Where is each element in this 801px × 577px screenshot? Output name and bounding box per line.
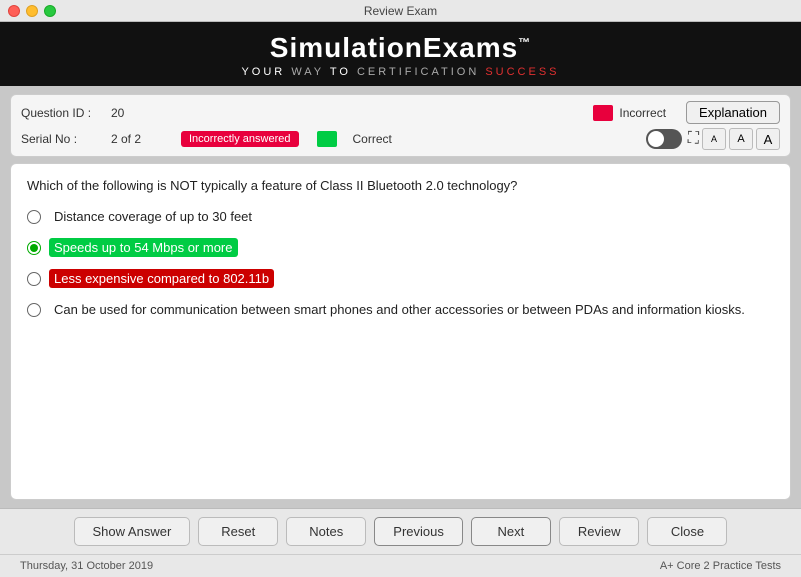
logo-tm: ™ <box>518 36 531 50</box>
logo-bar: SimulationExams™ YOUR WAY TO CERTIFICATI… <box>0 22 801 86</box>
question-id-label: Question ID : <box>21 106 101 120</box>
next-button[interactable]: Next <box>471 517 551 546</box>
logo-text: SimulationExams <box>270 32 518 63</box>
info-row-question: Question ID : 20 Incorrect Explanation <box>21 101 780 124</box>
option-label-b: Speeds up to 54 Mbps or more <box>49 238 238 257</box>
right-controls: ⛶ A A A <box>636 128 780 150</box>
show-answer-button[interactable]: Show Answer <box>74 517 191 546</box>
serial-no-label: Serial No : <box>21 132 101 146</box>
info-row-serial: Serial No : 2 of 2 Incorrectly answered … <box>21 128 780 150</box>
maximize-window-btn[interactable] <box>44 5 56 17</box>
window-title: Review Exam <box>364 4 437 18</box>
window-controls[interactable] <box>8 5 56 17</box>
option-label-d: Can be used for communication between sm… <box>49 300 750 319</box>
option-radio-c[interactable] <box>27 272 41 286</box>
logo-sub-your: YOUR <box>241 66 285 78</box>
option-radio-b[interactable] <box>27 241 41 255</box>
title-bar: Review Exam <box>0 0 801 22</box>
toggle-switch[interactable] <box>646 129 682 149</box>
logo-sub-to: TO <box>330 66 351 78</box>
incorrect-indicator: Incorrect <box>593 105 666 121</box>
option-radio-d[interactable] <box>27 303 41 317</box>
question-text: Which of the following is NOT typically … <box>27 178 774 193</box>
serial-no-value: 2 of 2 <box>111 132 171 146</box>
logo-sub-way: WAY <box>291 66 330 78</box>
review-button[interactable]: Review <box>559 517 640 546</box>
option-label-a: Distance coverage of up to 30 feet <box>49 207 257 226</box>
option-radio-a[interactable] <box>27 210 41 224</box>
info-panel: Question ID : 20 Incorrect Explanation S… <box>10 94 791 157</box>
font-small-button[interactable]: A <box>702 128 726 150</box>
minimize-window-btn[interactable] <box>26 5 38 17</box>
font-medium-button[interactable]: A <box>729 128 753 150</box>
red-indicator-box <box>593 105 613 121</box>
option-row-d[interactable]: Can be used for communication between sm… <box>27 300 774 319</box>
logo-sub-success: SUCCESS <box>485 66 559 78</box>
previous-button[interactable]: Previous <box>374 517 463 546</box>
option-row-b[interactable]: Speeds up to 54 Mbps or more <box>27 238 774 257</box>
reset-button[interactable]: Reset <box>198 517 278 546</box>
incorrect-label: Incorrect <box>619 106 666 120</box>
option-row-a[interactable]: Distance coverage of up to 30 feet <box>27 207 774 226</box>
question-id-value: 20 <box>111 106 171 120</box>
option-row-c[interactable]: Less expensive compared to 802.11b <box>27 269 774 288</box>
main-area: Question ID : 20 Incorrect Explanation S… <box>0 86 801 508</box>
logo-sub-cert: CERTIFICATION <box>357 66 485 78</box>
footer-date: Thursday, 31 October 2019 <box>20 560 153 572</box>
bottom-buttons: Show Answer Reset Notes Previous Next Re… <box>0 508 801 554</box>
incorrectly-answered-badge: Incorrectly answered <box>181 131 299 147</box>
fullscreen-icon[interactable]: ⛶ <box>688 130 699 148</box>
explanation-button[interactable]: Explanation <box>686 101 780 124</box>
notes-button[interactable]: Notes <box>286 517 366 546</box>
logo-main: SimulationExams™ <box>270 32 531 64</box>
question-panel: Which of the following is NOT typically … <box>10 163 791 500</box>
footer: Thursday, 31 October 2019 A+ Core 2 Prac… <box>0 554 801 577</box>
close-window-btn[interactable] <box>8 5 20 17</box>
font-large-button[interactable]: A <box>756 128 780 150</box>
option-label-c: Less expensive compared to 802.11b <box>49 269 274 288</box>
footer-product: A+ Core 2 Practice Tests <box>660 560 781 572</box>
logo-sub: YOUR WAY TO CERTIFICATION SUCCESS <box>241 66 559 78</box>
correct-label: Correct <box>353 132 392 146</box>
close-button[interactable]: Close <box>647 517 727 546</box>
green-indicator-box <box>317 131 337 147</box>
